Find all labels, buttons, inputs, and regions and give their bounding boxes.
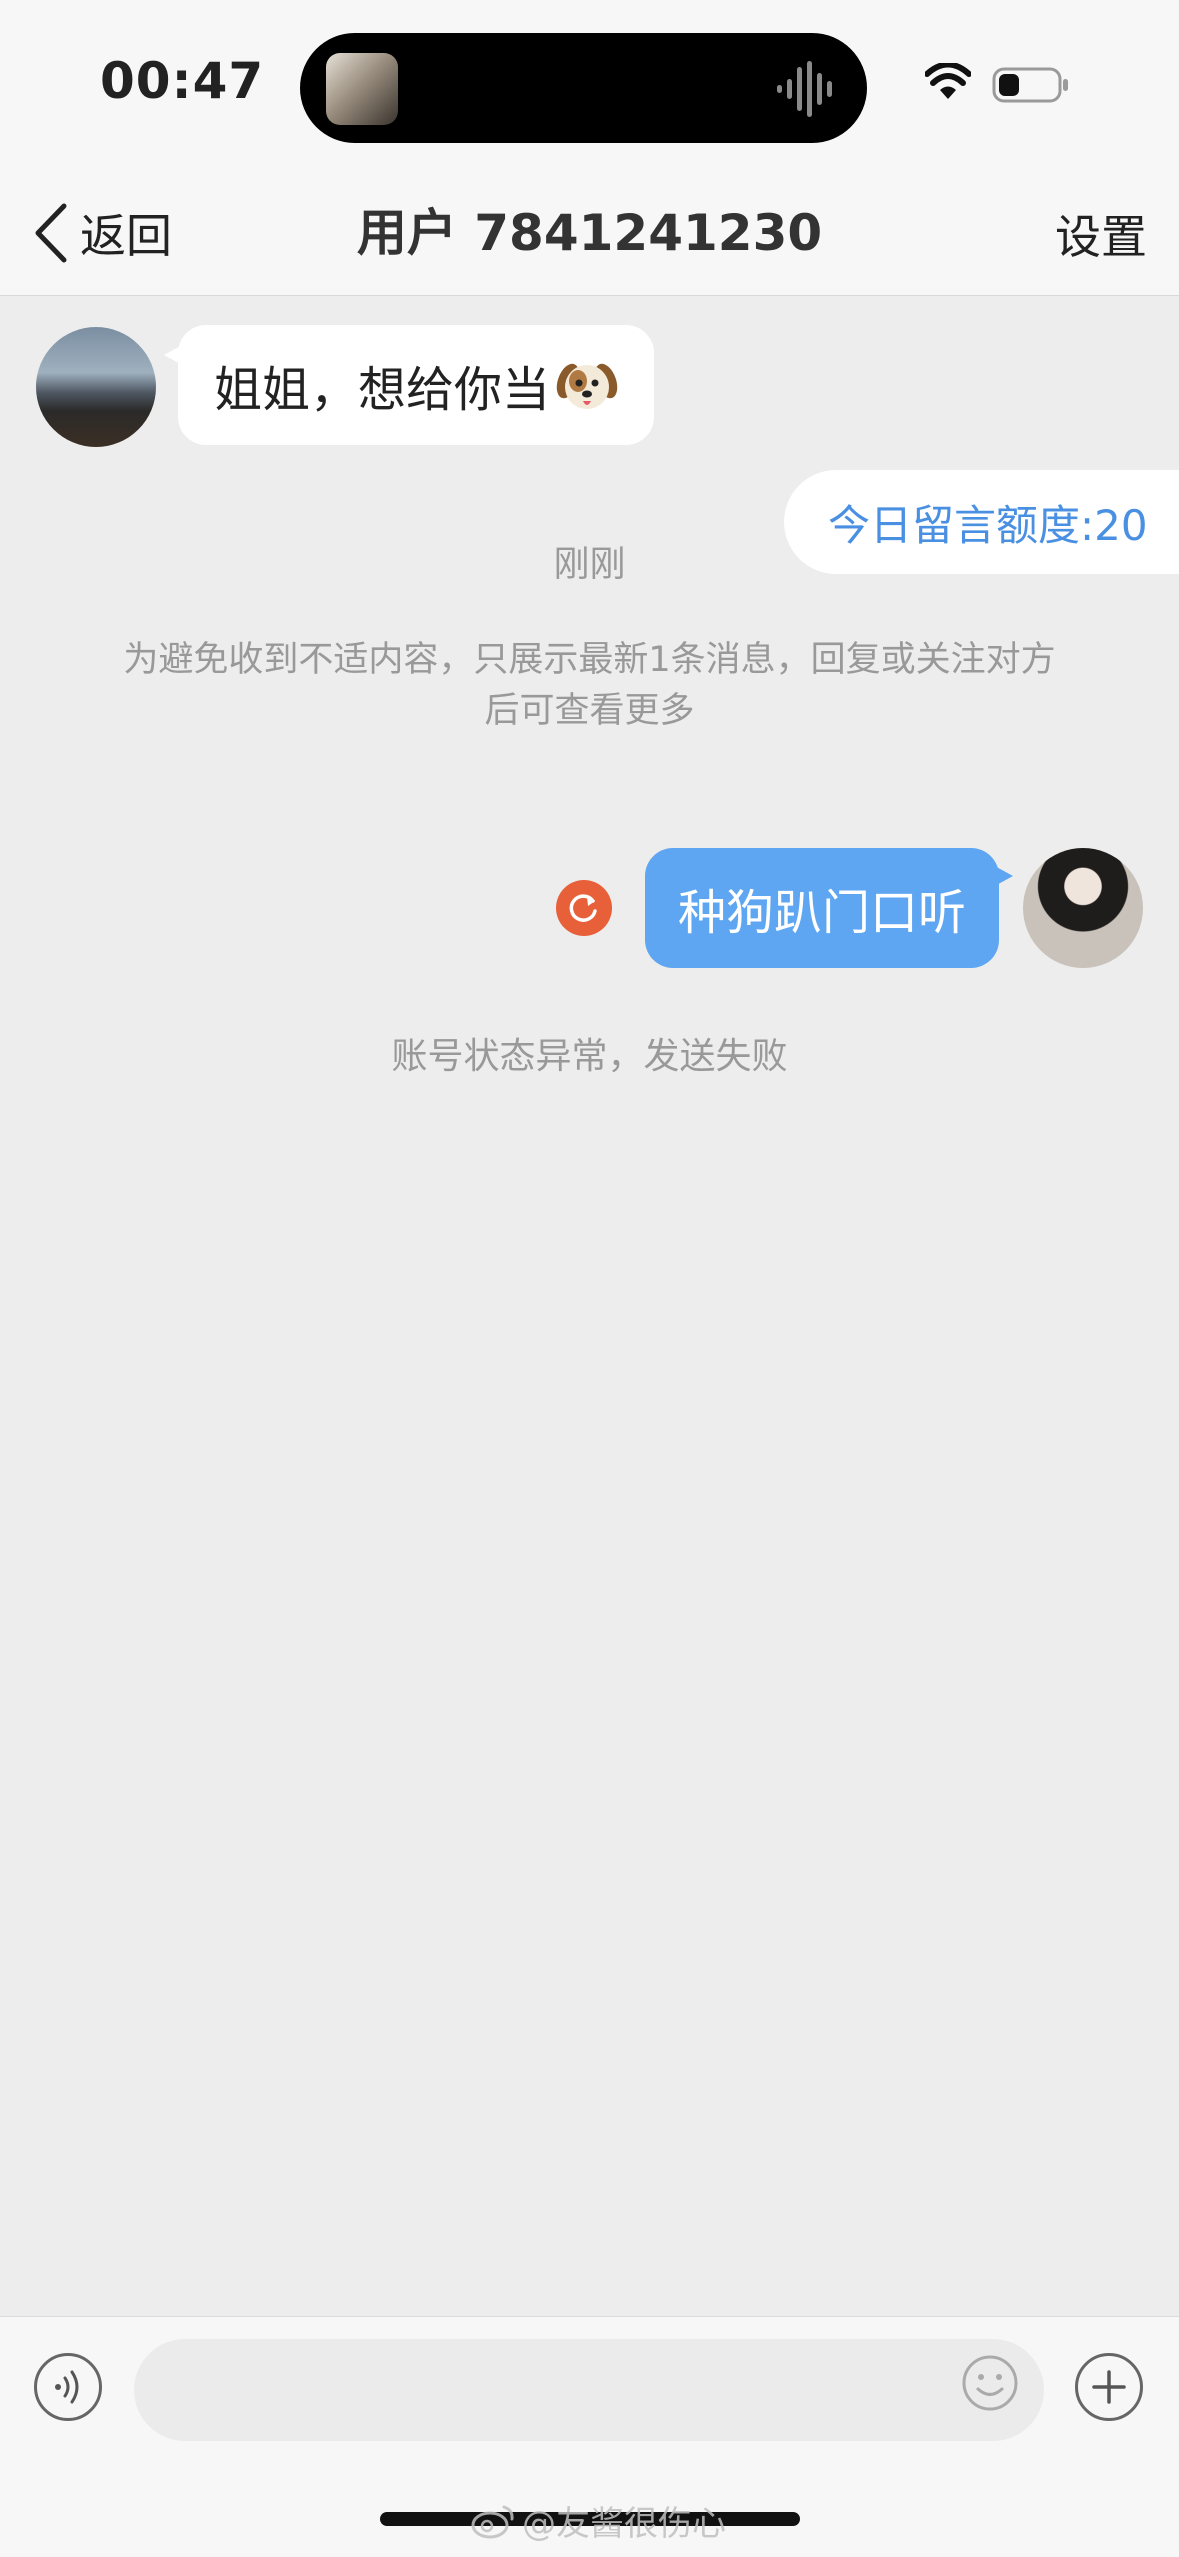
status-bar: 00:47 (0, 0, 1179, 170)
back-button-label: 返回 (80, 209, 172, 263)
message-timestamp: 刚刚 (553, 544, 626, 585)
incoming-message-text: 姐姐，想给你当 (214, 362, 551, 418)
retry-icon (569, 894, 597, 922)
sender-avatar[interactable] (36, 327, 156, 447)
own-avatar[interactable] (1023, 848, 1143, 968)
voice-icon (55, 2370, 79, 2404)
outgoing-message-text: 种狗趴门口听 (678, 885, 967, 941)
clock: 00:47 (100, 52, 265, 110)
more-options-button[interactable] (1075, 2353, 1143, 2421)
now-playing-artwork (326, 53, 398, 125)
page-title: 用户 7841241230 (356, 204, 823, 262)
send-failed-notice: 账号状态异常，发送失败 (391, 1036, 788, 1077)
outgoing-message-bubble[interactable]: 种狗趴门口听 (645, 848, 1014, 968)
weibo-watermark: @友酱很伤心 (470, 2496, 726, 2545)
message-input[interactable] (134, 2339, 1044, 2441)
navigation-bar: 用户 7841241230 返回 设置 (0, 170, 1179, 296)
incoming-message-bubble[interactable]: 姐姐，想给你当 (163, 325, 655, 445)
dog-face-icon (556, 363, 618, 409)
voice-input-button[interactable] (34, 2353, 102, 2421)
settings-button[interactable]: 设置 (1055, 202, 1147, 272)
emoji-icon[interactable] (960, 2353, 1020, 2413)
dynamic-island[interactable] (300, 33, 867, 143)
watermark-text: @友酱很伤心 (522, 2504, 726, 2544)
content-filter-notice: 为避免收到不适内容，只展示最新1条消息，回复或关注对方后可查看更多 (123, 640, 1056, 731)
weibo-logo-icon (471, 2505, 514, 2538)
plus-icon (1092, 2370, 1126, 2404)
wifi-icon (925, 63, 971, 99)
resend-button[interactable] (556, 880, 612, 936)
chevron-left-icon (35, 203, 67, 263)
back-button[interactable]: 返回 (30, 198, 172, 268)
battery-icon (992, 67, 1068, 103)
audio-waveform-icon (777, 61, 832, 117)
